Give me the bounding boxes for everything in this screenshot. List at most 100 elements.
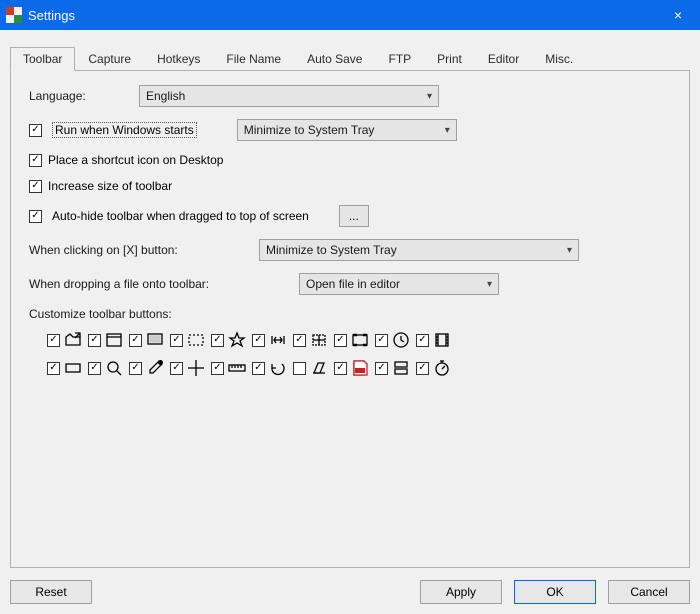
footer: Reset Apply OK Cancel xyxy=(10,568,690,604)
tab-print[interactable]: Print xyxy=(424,47,475,71)
tab-hotkeys[interactable]: Hotkeys xyxy=(144,47,213,71)
toolbar-icon-cell xyxy=(170,329,207,351)
toolbar-icon-cell xyxy=(129,329,166,351)
toolbar-icon-cell xyxy=(47,357,84,379)
content: ToolbarCaptureHotkeysFile NameAuto SaveF… xyxy=(0,30,700,614)
toolbar-icon-cell xyxy=(293,329,330,351)
toolbar-icon-checkbox[interactable] xyxy=(252,334,265,347)
drop-file-value: Open file in editor xyxy=(306,277,400,291)
crosshair-icon xyxy=(185,357,207,379)
toolbar-icon-checkbox[interactable] xyxy=(293,362,306,375)
close-button[interactable]: × xyxy=(656,0,700,30)
tab-auto-save[interactable]: Auto Save xyxy=(294,47,375,71)
star-icon xyxy=(226,329,248,351)
cancel-label: Cancel xyxy=(630,585,667,599)
stopwatch-icon xyxy=(431,357,453,379)
auto-hide-label: Auto-hide toolbar when dragged to top of… xyxy=(52,209,309,223)
ok-button[interactable]: OK xyxy=(514,580,596,604)
toolbar-icon-checkbox[interactable] xyxy=(334,362,347,375)
tab-ftp[interactable]: FTP xyxy=(375,47,424,71)
toolbar-icon-checkbox[interactable] xyxy=(252,362,265,375)
tab-capture[interactable]: Capture xyxy=(75,47,144,71)
toolbar-icon-checkbox[interactable] xyxy=(129,334,142,347)
toolbar-icon-cell xyxy=(129,357,166,379)
toolbar-icon-checkbox[interactable] xyxy=(47,334,60,347)
run-on-start-checkbox[interactable] xyxy=(29,124,42,137)
toolbar-icon-checkbox[interactable] xyxy=(416,362,429,375)
toolbar-icon-cell xyxy=(334,329,371,351)
close-action-label: When clicking on [X] button: xyxy=(29,243,249,257)
chevron-down-icon: ▾ xyxy=(445,125,450,136)
language-value: English xyxy=(146,89,185,103)
toolbar-icon-checkbox[interactable] xyxy=(334,334,347,347)
toolbar-icon-cell xyxy=(334,357,371,379)
undo-icon xyxy=(267,357,289,379)
frame-icon xyxy=(349,329,371,351)
toolbar-icon-row xyxy=(47,329,671,351)
close-action-select[interactable]: Minimize to System Tray ▾ xyxy=(259,239,579,261)
eyedropper-icon xyxy=(144,357,166,379)
toolbar-icon-cell xyxy=(293,357,330,379)
toolbar-icon-checkbox[interactable] xyxy=(170,362,183,375)
toolbar-icon-cell xyxy=(375,357,412,379)
toolbar-icon-cell xyxy=(252,357,289,379)
toolbar-icon-checkbox[interactable] xyxy=(47,362,60,375)
toolbar-icon-checkbox[interactable] xyxy=(170,334,183,347)
increase-toolbar-label: Increase size of toolbar xyxy=(48,179,172,193)
toolbar-icon-checkbox[interactable] xyxy=(211,334,224,347)
cancel-button[interactable]: Cancel xyxy=(608,580,690,604)
window-icon xyxy=(103,329,125,351)
tab-panel-toolbar: Language: English ▾ Run when Windows sta… xyxy=(10,71,690,568)
tab-file-name[interactable]: File Name xyxy=(213,47,294,71)
toolbar-icon-checkbox[interactable] xyxy=(293,334,306,347)
ellipsis-icon: ... xyxy=(349,209,359,223)
toolbar-icon-cell xyxy=(88,329,125,351)
reset-button[interactable]: Reset xyxy=(10,580,92,604)
toolbar-icon-checkbox[interactable] xyxy=(375,334,388,347)
toolbar-icon-grid xyxy=(29,329,671,379)
toolbar-icon-checkbox[interactable] xyxy=(129,362,142,375)
scanner-icon xyxy=(308,357,330,379)
drop-file-select[interactable]: Open file in editor ▾ xyxy=(299,273,499,295)
toolbar-icon-cell xyxy=(88,357,125,379)
window-title: Settings xyxy=(28,8,75,23)
rect-icon xyxy=(62,357,84,379)
tab-editor[interactable]: Editor xyxy=(475,47,532,71)
toolbar-icon-checkbox[interactable] xyxy=(375,362,388,375)
chevron-down-icon: ▾ xyxy=(487,279,492,290)
tab-misc-[interactable]: Misc. xyxy=(532,47,586,71)
auto-hide-checkbox[interactable] xyxy=(29,210,42,223)
clock-icon xyxy=(390,329,412,351)
toolbar-icon-cell xyxy=(170,357,207,379)
stacked-sheets-icon xyxy=(390,357,412,379)
toolbar-icon-cell xyxy=(211,357,248,379)
ruler-icon xyxy=(226,357,248,379)
app-icon xyxy=(6,7,22,23)
folder-arrow-icon xyxy=(62,329,84,351)
apply-button[interactable]: Apply xyxy=(420,580,502,604)
toolbar-icon-checkbox[interactable] xyxy=(88,362,101,375)
region-icon xyxy=(185,329,207,351)
toolbar-icon-cell xyxy=(416,329,453,351)
shortcut-desktop-label: Place a shortcut icon on Desktop xyxy=(48,153,223,167)
toolbar-icon-cell xyxy=(211,329,248,351)
toolbar-icon-row xyxy=(47,357,671,379)
close-action-value: Minimize to System Tray xyxy=(266,243,397,257)
language-select[interactable]: English ▾ xyxy=(139,85,439,107)
shortcut-desktop-checkbox[interactable] xyxy=(29,154,42,167)
run-on-start-select-value: Minimize to System Tray xyxy=(244,123,375,137)
titlebar: Settings × xyxy=(0,0,700,30)
toolbar-icon-checkbox[interactable] xyxy=(416,334,429,347)
toolbar-icon-checkbox[interactable] xyxy=(88,334,101,347)
monitor-icon xyxy=(144,329,166,351)
tab-toolbar[interactable]: Toolbar xyxy=(10,47,75,71)
auto-hide-more-button[interactable]: ... xyxy=(339,205,369,227)
run-on-start-label: Run when Windows starts xyxy=(52,122,197,138)
increase-toolbar-checkbox[interactable] xyxy=(29,180,42,193)
toolbar-icon-checkbox[interactable] xyxy=(211,362,224,375)
bracket-arrows-icon xyxy=(267,329,289,351)
run-on-start-select[interactable]: Minimize to System Tray ▾ xyxy=(237,119,457,141)
magnifier-icon xyxy=(103,357,125,379)
film-icon xyxy=(431,329,453,351)
tab-bar: ToolbarCaptureHotkeysFile NameAuto SaveF… xyxy=(10,46,690,71)
